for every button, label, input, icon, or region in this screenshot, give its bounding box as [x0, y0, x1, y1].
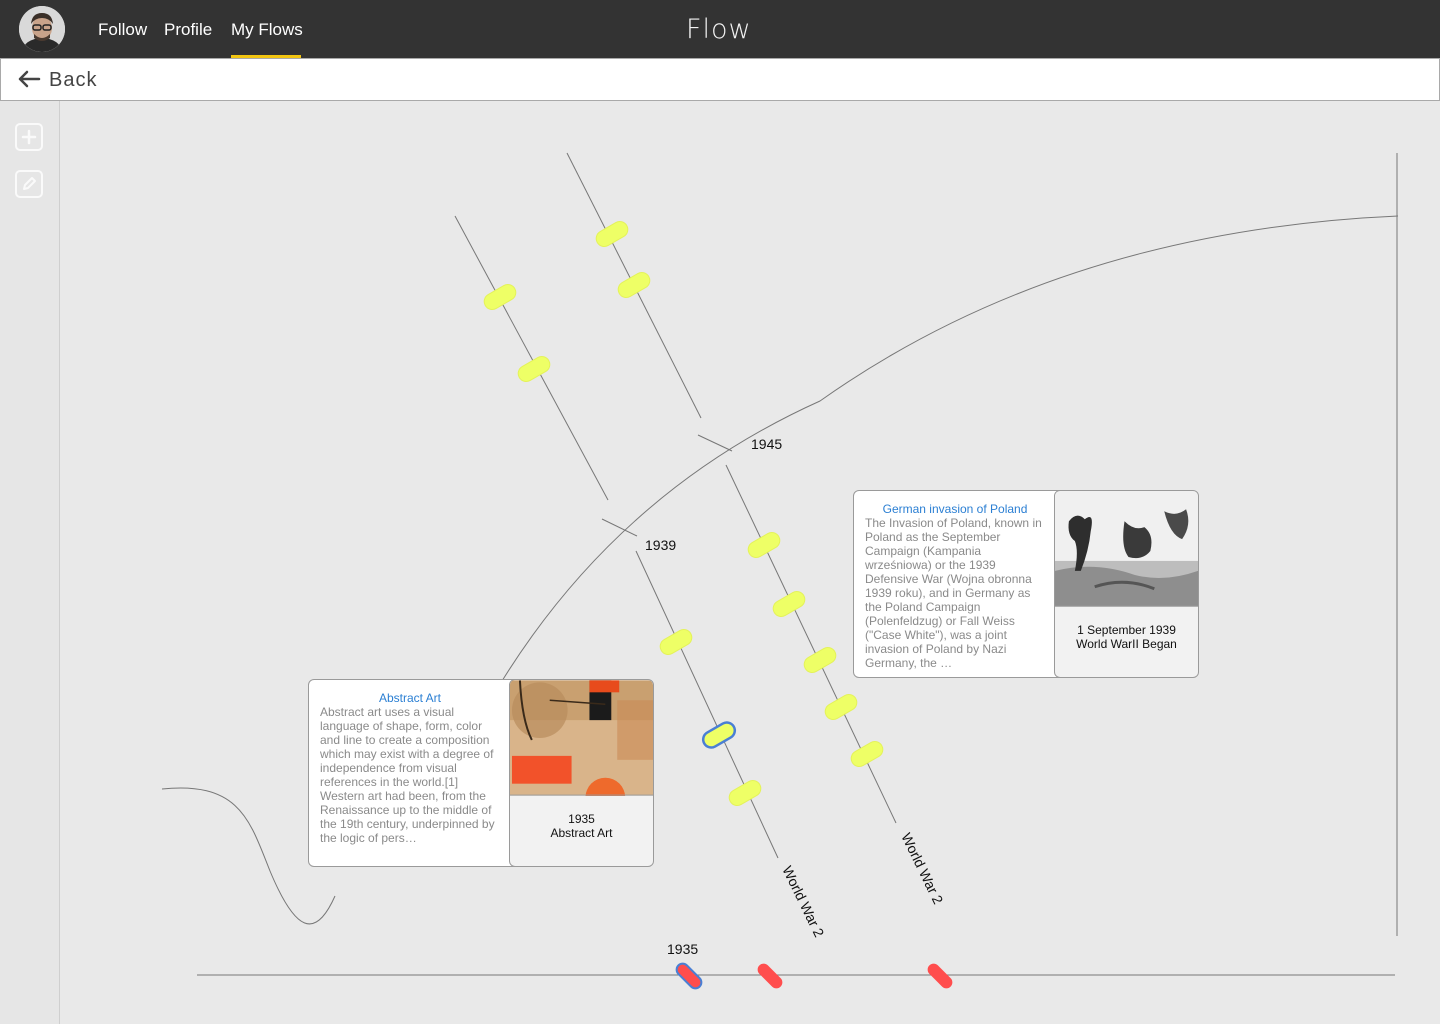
top-bar: Follow Profile My Flows Flow: [0, 0, 1440, 58]
invasion-photo-image: [1055, 491, 1198, 607]
card-description: Abstract art uses a visual language of s…: [320, 705, 495, 845]
abstract-art-image: [510, 680, 653, 796]
crossing-tick-1945: [697, 434, 733, 452]
nav-profile[interactable]: Profile: [164, 20, 212, 40]
app-logo: Flow: [686, 14, 752, 45]
event-pill[interactable]: [515, 354, 552, 385]
flow-line-1-lower[interactable]: [635, 550, 779, 859]
timeline-marker[interactable]: [755, 961, 785, 991]
event-pill[interactable]: [593, 219, 630, 250]
card-caption-date: 1 September 1939: [1077, 623, 1176, 637]
event-pill[interactable]: [726, 778, 763, 809]
event-pill[interactable]: [848, 739, 885, 770]
year-label-1939: 1939: [645, 537, 676, 553]
flow-line-1-upper[interactable]: [454, 215, 609, 501]
nav-follow[interactable]: Follow: [98, 20, 147, 40]
avatar-photo: [19, 6, 65, 52]
event-pill[interactable]: [745, 530, 782, 561]
crossing-tick-1939: [601, 518, 638, 537]
flow-graph: 1945 1939 1935 World War 2 World War 2: [161, 152, 1399, 991]
pencil-square-icon: [23, 177, 36, 190]
card-caption-title: World WarII Began: [1076, 637, 1177, 651]
back-button[interactable]: Back: [49, 69, 97, 92]
card-title[interactable]: German invasion of Poland: [865, 502, 1045, 516]
event-pill[interactable]: [657, 627, 694, 658]
plus-square-icon: [21, 129, 37, 145]
event-pill[interactable]: [615, 270, 652, 301]
card-caption-date: 1935: [568, 812, 595, 826]
card-text: German invasion of Poland The Invasion o…: [854, 491, 1056, 677]
event-pill[interactable]: [481, 282, 518, 313]
event-pill[interactable]: [822, 692, 859, 723]
add-node-button[interactable]: [15, 123, 43, 151]
flow-label-world-war-2-b[interactable]: World War 2: [898, 830, 946, 906]
card-text: Abstract Art Abstract art uses a visual …: [309, 680, 511, 866]
event-pill-selected[interactable]: [700, 720, 737, 751]
card-description: The Invasion of Poland, known in Poland …: [865, 516, 1042, 670]
arrow-left-icon[interactable]: [17, 69, 41, 89]
timeline-marker-selected[interactable]: [674, 961, 704, 991]
year-label-1945: 1945: [751, 436, 782, 452]
card-media: 1 September 1939 World WarII Began: [1054, 491, 1198, 677]
year-label-1935: 1935: [667, 941, 698, 957]
flow-canvas[interactable]: 1945 1939 1935 World War 2 World War 2 A…: [60, 101, 1440, 1024]
card-media: 1935 Abstract Art: [509, 680, 653, 866]
event-pill[interactable]: [770, 589, 807, 620]
event-card-abstract-art[interactable]: Abstract Art Abstract art uses a visual …: [308, 679, 654, 867]
nav-my-flows[interactable]: My Flows: [231, 20, 303, 40]
back-bar: Back: [0, 58, 1440, 101]
avatar[interactable]: [19, 6, 65, 52]
flow-label-world-war-2-a[interactable]: World War 2: [779, 863, 827, 939]
event-card-invasion-of-poland[interactable]: German invasion of Poland The Invasion o…: [853, 490, 1199, 678]
tool-sidebar: [0, 101, 60, 1024]
event-pill[interactable]: [801, 645, 838, 676]
card-title[interactable]: Abstract Art: [320, 691, 500, 705]
timeline-marker[interactable]: [925, 961, 955, 991]
card-caption-title: Abstract Art: [550, 826, 613, 840]
edit-button[interactable]: [15, 170, 43, 198]
